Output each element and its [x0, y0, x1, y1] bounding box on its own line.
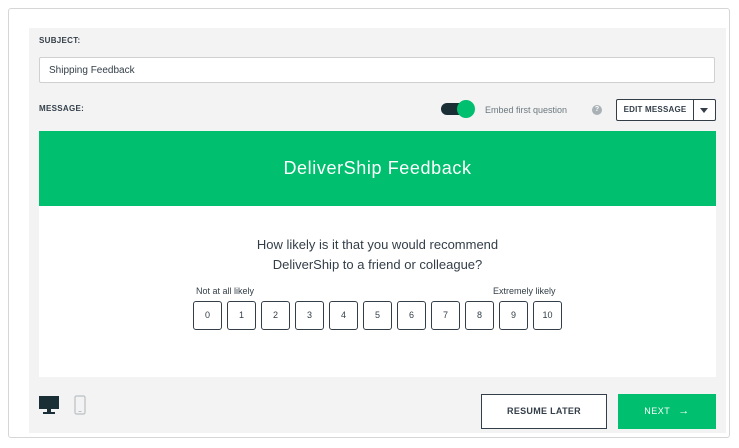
survey-question-line-1: How likely is it that you would recommen…	[256, 237, 499, 252]
scale-option-7[interactable]: 7	[431, 301, 460, 330]
scale-low-label: Not at all likely	[196, 286, 255, 296]
scale-option-4[interactable]: 4	[329, 301, 358, 330]
scale-option-9[interactable]: 9	[499, 301, 528, 330]
desktop-icon[interactable]	[38, 395, 60, 420]
embed-first-question-toggle[interactable]	[441, 100, 475, 118]
chevron-down-icon[interactable]	[693, 100, 715, 120]
scale-option-10[interactable]: 10	[533, 301, 562, 330]
message-label: MESSAGE:	[39, 104, 85, 113]
subject-input[interactable]	[39, 57, 715, 83]
edit-message-button[interactable]: EDIT MESSAGE	[616, 99, 716, 121]
toggle-knob	[457, 100, 475, 118]
survey-banner-title: DeliverShip Feedback	[39, 131, 716, 206]
resume-later-button[interactable]: RESUME LATER	[481, 394, 607, 429]
scale-option-5[interactable]: 5	[363, 301, 392, 330]
nps-scale: 0 1 2 3 4 5 6 7 8 9 10	[193, 301, 562, 332]
scale-option-0[interactable]: 0	[193, 301, 222, 330]
question-circle-icon[interactable]: ?	[592, 105, 602, 115]
scale-option-6[interactable]: 6	[397, 301, 426, 330]
next-button-label: NEXT	[644, 406, 671, 416]
next-button[interactable]: NEXT →	[618, 394, 716, 429]
scale-option-1[interactable]: 1	[227, 301, 256, 330]
message-preview: DeliverShip Feedback How likely is it th…	[39, 131, 716, 377]
scale-option-2[interactable]: 2	[261, 301, 290, 330]
embed-first-question-label: Embed first question	[485, 105, 568, 115]
arrow-right-icon: →	[678, 405, 690, 417]
scale-option-8[interactable]: 8	[465, 301, 494, 330]
email-composer-frame: SUBJECT: MESSAGE: Embed first question ?…	[8, 8, 730, 438]
email-composer-panel: SUBJECT: MESSAGE: Embed first question ?…	[29, 28, 726, 433]
scale-option-3[interactable]: 3	[295, 301, 324, 330]
mobile-icon[interactable]	[74, 395, 86, 420]
survey-question: How likely is it that you would recommen…	[39, 235, 716, 275]
scale-high-label: Extremely likely	[493, 286, 556, 296]
subject-label: SUBJECT:	[39, 36, 81, 45]
survey-question-line-2: DeliverShip to a friend or colleague?	[272, 257, 483, 272]
edit-message-label: EDIT MESSAGE	[623, 105, 687, 114]
